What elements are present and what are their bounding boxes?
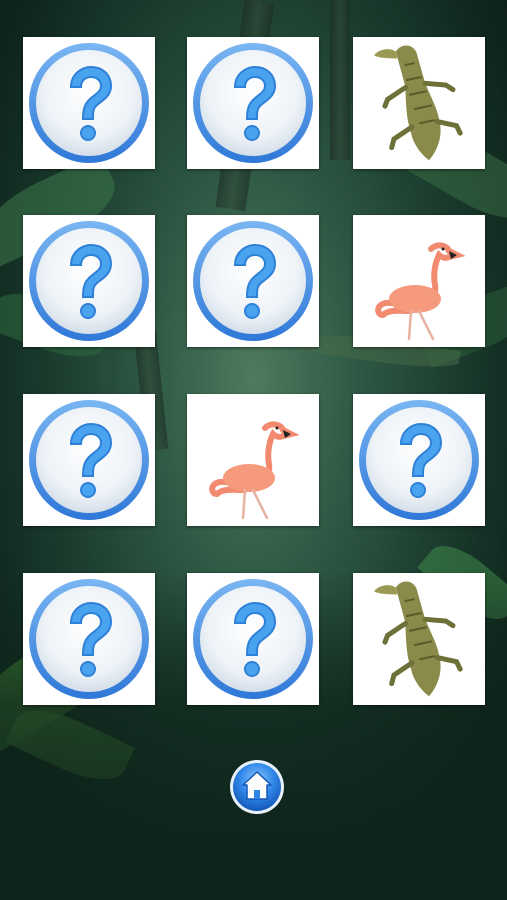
hidden-card[interactable] (23, 215, 155, 347)
hidden-card[interactable] (187, 37, 319, 169)
question-mark-icon (193, 579, 313, 699)
hidden-card[interactable] (187, 573, 319, 705)
revealed-card-crocodile[interactable] (353, 37, 485, 169)
hidden-card[interactable] (23, 573, 155, 705)
crocodile-image (374, 581, 463, 697)
hidden-card[interactable] (187, 215, 319, 347)
question-mark-icon (29, 43, 149, 163)
hidden-card[interactable] (353, 394, 485, 526)
revealed-card-crocodile[interactable] (353, 573, 485, 705)
home-icon (230, 760, 284, 814)
hidden-card[interactable] (23, 394, 155, 526)
question-mark-icon (29, 400, 149, 520)
revealed-card-flamingo[interactable] (353, 215, 485, 347)
flamingo-image (375, 242, 466, 341)
home-button[interactable] (229, 759, 285, 815)
question-mark-icon (359, 400, 479, 520)
crocodile-image (374, 45, 463, 161)
question-mark-icon (29, 579, 149, 699)
flamingo-image (209, 421, 300, 520)
question-mark-icon (193, 43, 313, 163)
revealed-card-flamingo[interactable] (187, 394, 319, 526)
question-mark-icon (29, 221, 149, 341)
hidden-card[interactable] (23, 37, 155, 169)
question-mark-icon (193, 221, 313, 341)
